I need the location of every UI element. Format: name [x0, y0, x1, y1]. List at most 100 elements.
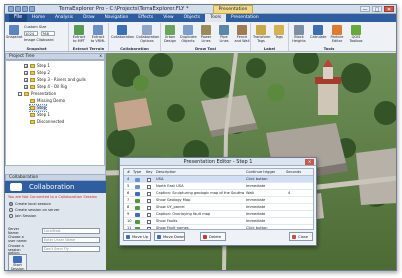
server-name-input[interactable]: LocalHost	[42, 228, 100, 234]
delete-button[interactable]: Delete	[200, 232, 226, 241]
column-header-trigger[interactable]: Continue trigger	[246, 169, 275, 176]
collapse-icon[interactable]: -	[18, 92, 22, 96]
urban-design-button[interactable]: Urban Design	[162, 25, 178, 43]
column-header-seconds[interactable]: Seconds	[286, 169, 301, 176]
column-header-number[interactable]: #	[127, 169, 130, 176]
tree-item[interactable]: + Step 2	[24, 70, 50, 76]
step-description: Caption: Overlaying fault map	[156, 212, 211, 216]
key-checkbox[interactable]	[147, 198, 151, 203]
user-name-input[interactable]: Enter Unser Name	[42, 237, 100, 243]
window-title: TerraExplorer Pro - C:\Projects\TerraExp…	[59, 6, 189, 12]
tree-item[interactable]: Step 1	[30, 112, 50, 118]
title-bar: TerraExplorer Pro - C:\Projects\TerraExp…	[5, 5, 396, 14]
session-option-select[interactable]: Don't Send Fly	[42, 246, 100, 252]
collaboration-options-button[interactable]: Collaboration Options	[136, 25, 159, 43]
delete-icon	[203, 235, 207, 239]
key-checkbox[interactable]	[147, 184, 151, 189]
table-row[interactable]: 4 USA Click button	[124, 176, 313, 183]
tree-item-label: Disconnected	[37, 119, 65, 124]
undo-icon[interactable]	[22, 6, 28, 12]
key-checkbox[interactable]	[147, 177, 151, 182]
key-checkbox[interactable]	[147, 191, 151, 196]
close-button[interactable]: ✕	[384, 6, 394, 13]
redo-icon[interactable]	[29, 6, 35, 12]
step-type-icon	[135, 205, 140, 210]
extract-group: Extract to MPT Extract to VRML Extract T…	[69, 23, 109, 51]
menu-tools[interactable]: Tools	[205, 14, 227, 22]
custom-size-option[interactable]: Custom Size	[24, 25, 46, 29]
fence-wall-button[interactable]: Fence and Wall	[234, 25, 250, 43]
menu-home[interactable]: Home	[27, 14, 50, 22]
tree-item[interactable]: Missing Demo	[30, 98, 65, 104]
tree-item[interactable]: + Step 1	[24, 63, 50, 69]
step-number: 8	[127, 205, 130, 209]
table-row[interactable]: 10 Show Faults Immediate	[124, 218, 313, 225]
column-header-description[interactable]: Description	[156, 169, 176, 176]
move-down-button[interactable]: Move Down	[154, 232, 185, 241]
power-lines-button[interactable]: Power Lines	[198, 25, 214, 43]
snapshot-button[interactable]: Snapshot	[6, 25, 22, 40]
expand-icon[interactable]: +	[24, 71, 28, 75]
table-row[interactable]: 9 Caption: Overlaying fault map Immediate	[124, 211, 313, 218]
expand-icon[interactable]: +	[24, 85, 28, 89]
table-row[interactable]: 7 Show Geology Map Immediate	[124, 197, 313, 204]
start-session-button[interactable]: Start Session	[8, 254, 27, 270]
extract-mpt-button[interactable]: Extract to MPT	[71, 25, 87, 43]
maximize-button[interactable]: □	[372, 6, 382, 13]
width-input[interactable]: 1024	[24, 31, 38, 36]
table-row[interactable]: 6 Caption: Sculpturing geologic map of th…	[124, 190, 313, 197]
image-clipboard-option[interactable]: Image Clipboard	[24, 38, 54, 42]
step-type-icon	[135, 212, 140, 217]
key-checkbox[interactable]	[147, 212, 151, 217]
expand-icon[interactable]: +	[24, 78, 28, 82]
expand-icon[interactable]: +	[24, 64, 28, 68]
height-input[interactable]: 768	[41, 31, 55, 36]
start-icon	[13, 256, 22, 263]
menu-navigation[interactable]: Navigation	[100, 14, 134, 22]
duplicate-objects-button[interactable]: Duplicate Objects	[180, 25, 197, 43]
tree-item[interactable]: - Presentation	[18, 91, 56, 97]
step-description: Show Geology Map	[156, 198, 191, 202]
menu-objects[interactable]: Objects	[179, 14, 206, 22]
collaboration-panel-header: Collaboration	[5, 174, 106, 181]
minimize-button[interactable]: —	[360, 6, 370, 13]
duplicate-objects-label: Duplicate Objects	[180, 35, 197, 43]
file-menu[interactable]: File	[9, 14, 28, 22]
extract-vrml-button[interactable]: Extract to VRML	[90, 25, 106, 43]
key-checkbox[interactable]	[147, 205, 151, 210]
menu-draw[interactable]: Draw	[78, 14, 99, 22]
column-header-key[interactable]: Key	[146, 169, 153, 176]
tags-button[interactable]: Tags	[271, 25, 287, 40]
tree-item[interactable]: Step	[28, 104, 48, 112]
step-seconds: 4	[288, 191, 291, 195]
tree-item[interactable]: + Step 4 - Oil Rig	[24, 84, 67, 90]
qgis-toolbox-button[interactable]: QGIS Toolbox	[348, 25, 364, 43]
menu-analysis[interactable]: Analysis	[50, 14, 78, 22]
option-join-session[interactable]: Join Session	[5, 213, 106, 219]
dialog-close-icon[interactable]: ✕	[305, 159, 314, 165]
move-up-button[interactable]: Move Up	[123, 232, 151, 241]
project-tree[interactable]: + Step 1 + Step 2 + Step 3 - Rivers and gulls…	[5, 60, 105, 166]
close-dialog-button[interactable]: Close	[289, 232, 313, 241]
column-header-type[interactable]: Type	[133, 169, 141, 176]
step-type-icon	[135, 177, 140, 182]
block-heights-button[interactable]: Block Heights	[291, 25, 307, 43]
menu-presentation[interactable]: Presentation	[226, 14, 264, 22]
table-row[interactable]: 8 Show UY_parcel Immediate	[124, 204, 313, 211]
save-icon[interactable]	[15, 6, 21, 12]
collaboration-button[interactable]: Collaboration	[111, 25, 134, 40]
menu-effects[interactable]: Effects	[133, 14, 158, 22]
fence-icon	[237, 25, 247, 35]
calculate-button[interactable]: Calculate	[310, 25, 326, 40]
particle-editor-button[interactable]: Particle Editor	[329, 25, 345, 43]
key-checkbox[interactable]	[147, 226, 151, 229]
table-row[interactable]: 11 Show Fault names Click button	[124, 225, 313, 229]
tree-item[interactable]: + Step 3 - Rivers and gulls	[24, 77, 86, 83]
pipe-lines-button[interactable]: Pipe Lines	[216, 25, 232, 43]
menu-view[interactable]: View	[158, 14, 178, 22]
tree-item[interactable]: Disconnected	[30, 119, 64, 125]
tree-item-label: Step 4 - Oil Rig	[37, 84, 67, 89]
table-row[interactable]: 5 North East USA Immediate	[124, 183, 313, 190]
key-checkbox[interactable]	[147, 219, 151, 224]
transform-tags-button[interactable]: Transform Tags	[253, 25, 270, 43]
